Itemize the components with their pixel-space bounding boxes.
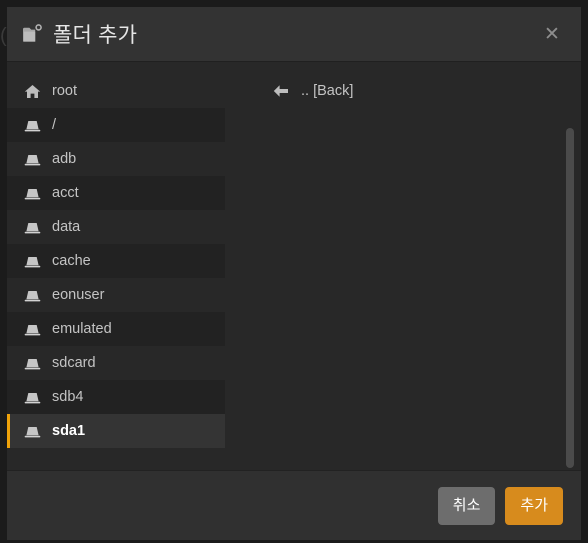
add-button[interactable]: 추가 [505, 486, 563, 525]
dialog-title: 폴더 추가 [53, 24, 138, 47]
drive-icon [24, 152, 41, 167]
tree-item-label: sdcard [52, 355, 96, 371]
tree-item-label: / [52, 117, 57, 133]
vertical-scrollbar[interactable] [564, 62, 578, 470]
tree-item-adb[interactable]: adb [7, 142, 225, 176]
tree-item-sdb4[interactable]: sdb4 [7, 380, 225, 414]
dialog-header: 폴더 추가 ✕ [7, 7, 581, 62]
tree-item-sda1[interactable]: sda1 [7, 414, 225, 448]
drive-icon [24, 254, 41, 269]
file-list-panel: .. [Back] [225, 62, 581, 470]
drive-icon [24, 186, 41, 201]
tree-item-[interactable]: / [7, 108, 225, 142]
drive-icon [24, 424, 41, 439]
home-icon [24, 84, 41, 99]
directory-tree-list: root / adb acct data cache eonuser emulated sdca… [7, 74, 225, 448]
back-label: .. [Back] [301, 83, 354, 99]
back-navigation-item[interactable]: .. [Back] [273, 74, 581, 108]
tree-item-label: adb [52, 151, 77, 167]
tree-item-eonuser[interactable]: eonuser [7, 278, 225, 312]
tree-item-label: eonuser [52, 287, 105, 303]
tree-item-label: root [52, 83, 77, 99]
tree-item-label: acct [52, 185, 79, 201]
directory-tree-panel: root / adb acct data cache eonuser emulated sdca… [7, 62, 225, 470]
cancel-button[interactable]: 취소 [437, 486, 496, 525]
background-ghost-text: ( [0, 25, 7, 47]
arrow-left-icon [273, 84, 289, 98]
drive-icon [24, 390, 41, 405]
drive-icon [24, 220, 41, 235]
add-folder-dialog: 폴더 추가 ✕ root / adb acct data cache eonuser emul… [7, 7, 581, 540]
scrollbar-thumb[interactable] [566, 128, 574, 468]
dialog-body: root / adb acct data cache eonuser emulated sdca… [7, 62, 581, 470]
folder-add-icon [22, 24, 44, 44]
tree-item-label: sdb4 [52, 389, 84, 405]
tree-item-data[interactable]: data [7, 210, 225, 244]
tree-item-label: emulated [52, 321, 112, 337]
drive-icon [24, 288, 41, 303]
drive-icon [24, 356, 41, 371]
drive-icon [24, 118, 41, 133]
tree-item-emulated[interactable]: emulated [7, 312, 225, 346]
tree-item-root[interactable]: root [7, 74, 225, 108]
tree-item-sdcard[interactable]: sdcard [7, 346, 225, 380]
tree-item-label: sda1 [52, 423, 86, 439]
tree-item-label: data [52, 219, 81, 235]
dialog-footer: 취소 추가 [7, 470, 581, 540]
tree-item-label: cache [52, 253, 91, 269]
close-icon[interactable]: ✕ [541, 23, 563, 45]
drive-icon [24, 322, 41, 337]
tree-item-acct[interactable]: acct [7, 176, 225, 210]
tree-item-cache[interactable]: cache [7, 244, 225, 278]
